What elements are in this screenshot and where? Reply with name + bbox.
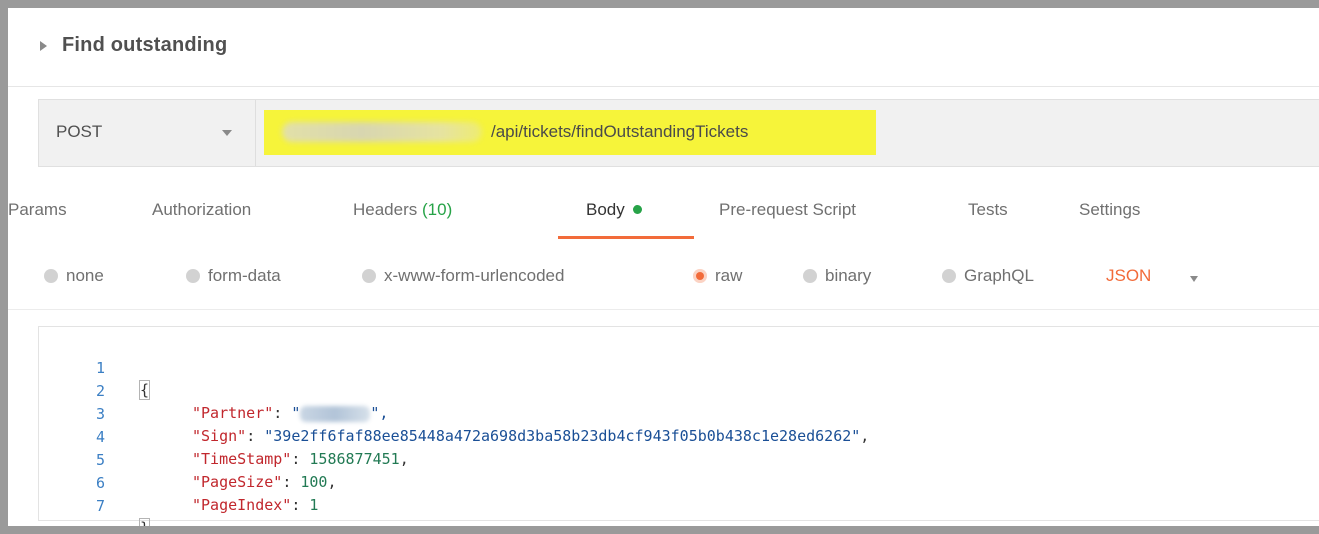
chevron-down-icon [222,130,232,136]
method-label: POST [56,122,103,141]
url-input[interactable]: /api/tickets/findOutstandingTickets [255,100,1319,166]
radio-circle-icon [186,268,200,283]
redacted-host [282,122,482,142]
editor-line: 4 "TimeStamp": 1586877451, [39,404,1319,468]
body-editor[interactable]: 1 { 2 "Partner": " ", 3 "Sign": "39e2ff6f… [38,326,1319,526]
radio-graphql[interactable]: GraphQL [942,266,1034,286]
request-title-row: Find outstanding [8,8,1319,87]
method-select[interactable]: POST [39,100,256,166]
url-path: /api/tickets/findOutstandingTickets [491,122,749,141]
radio-circle-icon [942,268,956,283]
divider [8,309,1319,310]
expand-caret-icon[interactable] [40,41,47,51]
editor-line: 3 "Sign": "39e2ff6faf88ee85448a472a698d3… [39,381,1319,445]
tab-params[interactable]: Params [8,200,67,220]
tab-pre-request-script[interactable]: Pre-request Script [719,200,856,220]
tab-body[interactable]: Body [586,200,642,220]
radio-binary[interactable]: binary [803,266,871,286]
request-tabs: Params Authorization Headers (10) Body P… [8,188,1319,244]
close-brace: } [138,518,151,526]
radio-raw[interactable]: raw [693,266,742,286]
tab-settings[interactable]: Settings [1079,200,1140,220]
editor-line: 1 { [39,335,1319,400]
editor-line: 7 } [39,473,1319,526]
body-status-dot-icon [632,205,642,215]
headers-count: (10) [422,200,453,219]
radio-selected-icon [693,268,707,283]
line-number: 7 [95,497,105,515]
request-panel: Find outstanding POST /api/tickets/findO… [8,8,1319,526]
json-value: 1 [309,496,319,514]
tab-headers[interactable]: Headers (10) [353,200,452,220]
radio-x-www-form-urlencoded[interactable]: x-www-form-urlencoded [362,266,564,286]
url-bar: POST /api/tickets/findOutstandingTickets [38,99,1319,167]
raw-language-select[interactable]: JSON [1106,266,1151,286]
tab-authorization[interactable]: Authorization [152,200,251,220]
editor-line: 5 "PageSize": 100, [39,427,1319,491]
tab-tests[interactable]: Tests [968,200,1008,220]
active-tab-indicator [558,236,694,239]
editor-line: 6 "PageIndex": 1 [39,450,1319,514]
radio-none[interactable]: none [44,266,104,286]
chevron-down-icon[interactable] [1190,276,1198,282]
body-type-options: none form-data x-www-form-urlencoded raw… [8,256,1319,308]
radio-circle-icon [362,268,376,283]
radio-circle-icon [44,268,58,283]
radio-form-data[interactable]: form-data [186,266,281,286]
request-name[interactable]: Find outstanding [62,34,227,57]
radio-circle-icon [803,268,817,283]
editor-line: 2 "Partner": " ", [39,358,1319,422]
json-key: "PageIndex" [192,496,292,514]
